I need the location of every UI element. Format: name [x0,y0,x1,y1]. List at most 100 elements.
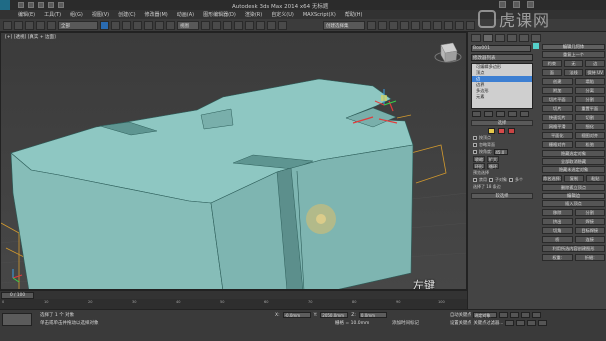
graphite-ribbon-icon[interactable] [400,20,409,30]
menu-views[interactable]: 视图(V) [92,11,109,18]
bind-spacewarp-icon[interactable] [47,20,56,30]
create-shape-button[interactable]: 利用所选内容创建图形 [542,245,605,252]
insert-vertex-button[interactable]: 插入顶点 [542,200,605,207]
edit-geometry-rollout-title[interactable]: 编辑几何体 [542,44,605,50]
hide-selected-button[interactable]: 隐藏选定对象 [542,150,605,157]
copy-button[interactable]: 复制 [564,175,584,182]
align-icon[interactable] [378,20,387,30]
menu-edit[interactable]: 编辑(E) [18,11,35,18]
select-object-icon[interactable] [100,20,109,30]
pivot-center-icon[interactable] [201,20,210,30]
schematic-view-icon[interactable] [422,20,431,30]
edit-edges-rollout-title[interactable]: 编辑边 [542,193,605,199]
make-unique-icon[interactable] [496,111,505,117]
cut-button[interactable]: 切割 [574,114,605,121]
spinner-snap-icon[interactable] [267,20,276,30]
material-editor-icon[interactable] [433,20,442,30]
select-by-name-icon[interactable] [111,20,120,30]
vertex-mode-icon[interactable] [488,128,495,134]
object-color-swatch[interactable] [533,43,539,49]
ignore-backfacing-checkbox[interactable] [473,143,477,147]
hide-unselected-button[interactable]: 隐藏未选定对象 [542,166,605,173]
save-file-icon[interactable] [38,2,44,8]
selection-filter-dropdown[interactable]: 全部 [58,20,98,30]
menu-rendering[interactable]: 渲染(R) [245,11,262,18]
selected-dropdown[interactable]: 选定对象 [473,312,498,318]
preview-multi-radio[interactable] [509,178,513,182]
move-icon[interactable] [144,20,153,30]
by-vertex-checkbox[interactable] [473,136,477,140]
building-model[interactable] [10,78,414,290]
remove-modifier-icon[interactable] [508,111,517,117]
mirror-icon[interactable] [367,20,376,30]
reference-coord-dropdown[interactable]: 视图 [177,20,199,30]
menu-help[interactable]: 帮助(H) [345,11,363,18]
grid-align-button[interactable]: 栅格对齐 [542,141,573,148]
angle-spinner[interactable]: 45.0 [494,149,509,155]
link-icon[interactable] [25,20,34,30]
menu-group[interactable]: 组(G) [70,11,83,18]
ring-button[interactable]: 环形 [473,163,485,169]
key-filters-button[interactable]: 关键点过滤器... [473,320,503,326]
loop-button[interactable]: 循环 [487,163,499,169]
curve-editor-icon[interactable] [411,20,420,30]
open-file-icon[interactable] [28,2,34,8]
menu-tools[interactable]: 工具(T) [44,11,61,18]
play-icon[interactable] [521,312,531,318]
split-edge-button[interactable]: 分割 [574,209,605,216]
menu-create[interactable]: 创建(C) [118,11,135,18]
add-time-tag[interactable]: 添加时间标记 [392,320,419,326]
preview-subobj-radio[interactable] [489,178,493,182]
render-production-icon[interactable] [466,20,475,30]
motion-tab-icon[interactable] [507,34,517,42]
rect-selection-icon[interactable] [122,20,131,30]
unlink-icon[interactable] [36,20,45,30]
collapse-button[interactable]: 塌陷 [574,78,605,85]
display-tab-icon[interactable] [519,34,529,42]
delete-isolated-checkbox[interactable]: 删除孤立顶点 [542,184,605,191]
set-key-button[interactable]: 设置关键点 [450,320,471,326]
menu-graph-editors[interactable]: 图形编辑器(D) [203,11,236,18]
quickslice-button[interactable]: 快速切片 [542,114,573,121]
time-slider[interactable]: 0 / 100 [1,292,34,299]
next-frame-icon[interactable] [532,312,542,318]
rendered-frame-icon[interactable] [455,20,464,30]
menu-maxscript[interactable]: MAXScript(X) [303,12,336,18]
target-weld-button[interactable]: 目标焊接 [574,227,605,234]
pan-icon[interactable] [516,320,526,326]
pin-stack-icon[interactable] [472,111,481,117]
slice-plane-button[interactable]: 切片平面 [542,96,573,103]
relax-button[interactable]: 松弛 [574,141,605,148]
unhide-all-button[interactable]: 全部取消隐藏 [542,158,605,165]
menu-customize[interactable]: 自定义(U) [271,11,294,18]
make-planar-button[interactable]: 平面化 [542,132,573,139]
y-coordinate-field[interactable]: 2050.0mm [320,312,349,318]
undo-icon[interactable] [48,2,54,8]
connect-button[interactable]: 连接 [574,236,605,243]
keyboard-shortcut-icon[interactable] [223,20,232,30]
constraint-face[interactable]: 面 [542,69,562,76]
z-coordinate-field[interactable]: 0.0mm [358,312,387,318]
percent-snap-icon[interactable] [256,20,265,30]
detach-button[interactable]: 分离 [574,87,605,94]
preview-off-radio[interactable] [473,178,477,182]
create-tab-icon[interactable] [471,34,481,42]
scale-icon[interactable] [166,20,175,30]
layer-manager-icon[interactable] [389,20,398,30]
by-angle-checkbox[interactable] [473,150,477,154]
new-scene-icon[interactable] [18,2,24,8]
time-slider-track[interactable]: 0 / 100 [0,290,467,299]
menu-modifiers[interactable]: 修改器(M) [145,11,168,18]
edit-named-sel-icon[interactable] [278,20,287,30]
undo-icon[interactable] [3,20,12,30]
configure-sets-icon[interactable] [520,111,529,117]
create-button[interactable]: 创建 [542,78,573,85]
viewport-scene[interactable] [1,33,467,290]
reset-plane-button[interactable]: 重置平面 [574,105,605,112]
paste-button[interactable]: 粘贴 [585,175,606,182]
hierarchy-tab-icon[interactable] [495,34,505,42]
utilities-tab-icon[interactable] [531,34,541,42]
shrink-button[interactable]: 收缩 [473,156,485,162]
modifier-list-dropdown[interactable]: 修改器列表 [471,54,533,61]
angle-snap-icon[interactable] [245,20,254,30]
